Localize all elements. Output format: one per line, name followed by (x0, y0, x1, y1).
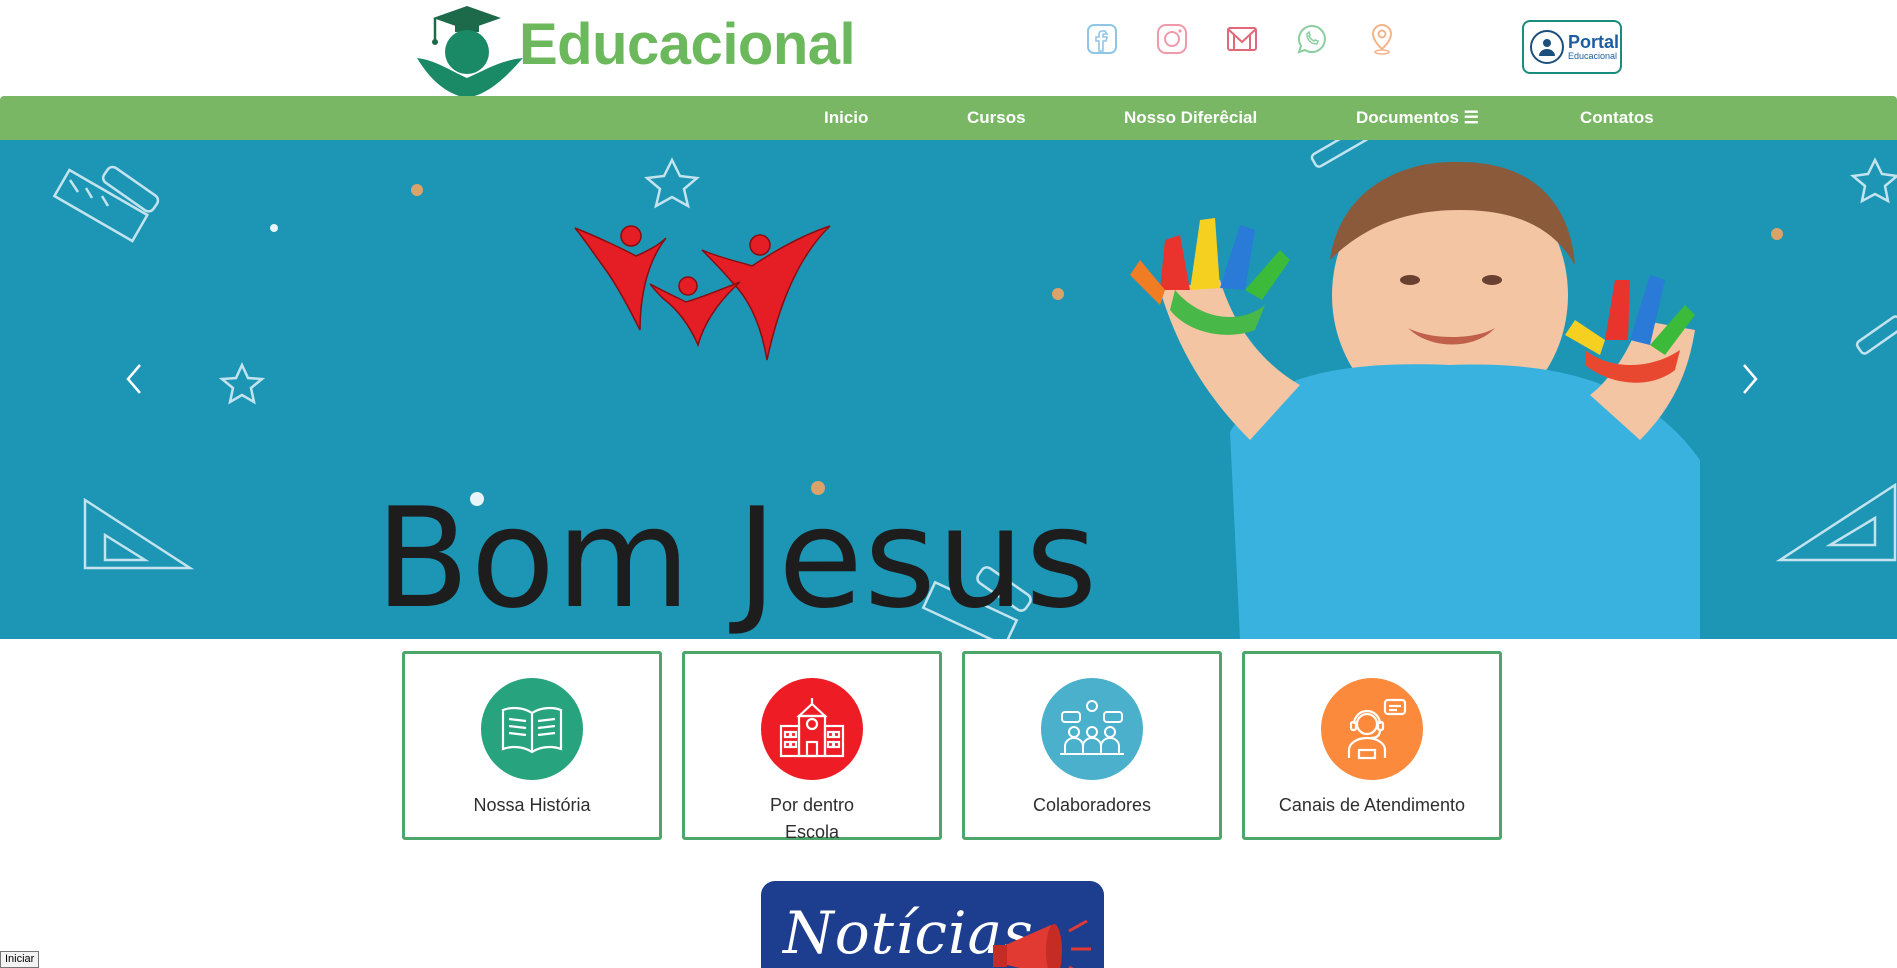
book-icon (481, 678, 583, 780)
hero-title: Bom Jesus (375, 478, 1099, 639)
whatsapp-icon[interactable] (1295, 22, 1329, 56)
nav-item-inicio[interactable]: Inicio (824, 96, 868, 140)
nav-item-documentos[interactable]: Documentos ☰ (1356, 96, 1479, 140)
nav-item-diferencial[interactable]: Nosso Diferêcial (1124, 96, 1257, 140)
card-colaboradores[interactable]: Colaboradores (962, 651, 1222, 840)
nav-item-cursos[interactable]: Cursos (967, 96, 1026, 140)
portal-button[interactable]: Portal Educacional (1522, 20, 1622, 74)
card-label: Colaboradores (1032, 795, 1152, 815)
card-por-dentro-escola[interactable]: Por dentro Escola (682, 651, 942, 842)
school-building-icon (761, 678, 863, 780)
user-icon (1530, 30, 1564, 64)
card-label: Nossa História (473, 795, 591, 815)
main-nav: Inicio Cursos Nosso Diferêcial Documento… (0, 96, 1897, 140)
chevron-right-icon[interactable] (1740, 362, 1780, 412)
taskbar-start-button[interactable]: Iniciar (0, 951, 40, 968)
site-header: Educacional Portal Educacional (0, 0, 1897, 98)
support-agent-icon (1321, 678, 1423, 780)
team-icon (1041, 678, 1143, 780)
facebook-icon[interactable] (1085, 22, 1119, 56)
instagram-icon[interactable] (1155, 22, 1189, 56)
card-label: Por dentro Escola (769, 795, 855, 842)
portal-title: Portal (1568, 32, 1620, 52)
brand-title[interactable]: Educacional (519, 8, 856, 82)
page: Educacional Portal Educacional Inicio Cu… (0, 0, 1897, 968)
card-nossa-historia[interactable]: Nossa História (402, 651, 662, 840)
graduate-logo-icon[interactable] (415, 4, 525, 98)
news-banner[interactable]: Notícias (761, 881, 1104, 968)
megaphone-icon (993, 919, 1091, 968)
hero-carousel[interactable]: Bom Jesus (0, 140, 1897, 639)
chevron-left-icon[interactable] (124, 362, 164, 412)
email-icon[interactable] (1225, 22, 1259, 56)
portal-subtitle: Educacional (1568, 51, 1618, 61)
nav-item-contatos[interactable]: Contatos (1580, 96, 1654, 140)
card-canais-atendimento[interactable]: Canais de Atendimento (1242, 651, 1502, 840)
location-pin-icon[interactable] (1365, 22, 1399, 56)
card-label: Canais de Atendimento (1278, 795, 1466, 815)
